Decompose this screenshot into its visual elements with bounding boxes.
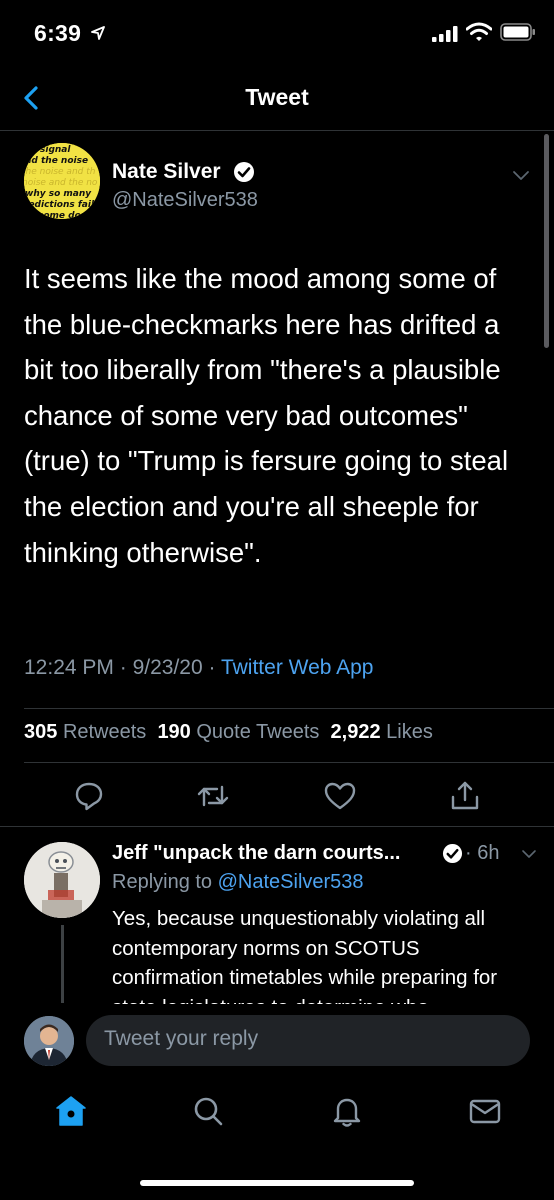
share-icon[interactable] [447,778,483,814]
quote-tweets-label: Quote Tweets [196,721,320,743]
retweets-count: 305 [24,721,58,743]
home-icon[interactable] [54,1094,88,1128]
search-icon[interactable] [191,1094,225,1128]
reply-author-name[interactable]: Jeff "unpack the darn courts... [112,842,400,865]
avatar-word: why so many [25,189,92,199]
avatar[interactable]: signal nd the noise the noise and th noi… [24,143,100,219]
avatar-word: the noise and th [24,167,96,177]
quote-tweets-count: 190 [157,721,191,743]
avatar-word: nd the noise [25,156,88,166]
verified-badge-icon [442,843,463,864]
tweet-date: 9/23/20 [132,656,203,679]
retweet-icon[interactable] [195,778,231,814]
page-title: Tweet [245,84,309,110]
avatar-word: redictions fail [24,200,95,210]
reply-input[interactable]: Tweet your reply [86,1015,530,1066]
replying-to: Replying to @NateSilver538 [112,871,364,894]
home-indicator[interactable] [140,1180,414,1186]
wifi-icon [466,22,492,41]
tweet-stats: 305 Retweets 190 Quote Tweets 2,922 Like… [24,721,433,744]
author-handle[interactable]: @NateSilver538 [112,189,258,212]
likes-stat[interactable]: 2,922 Likes [331,721,433,743]
avatar-word: some don [38,211,87,219]
chevron-down-icon[interactable] [510,164,532,186]
avatar-word: signal [40,145,71,155]
messages-icon[interactable] [468,1094,502,1128]
reply-avatar[interactable] [24,842,100,918]
status-time: 6:39 [34,20,82,46]
battery-icon [500,23,535,41]
retweets-label: Retweets [62,721,147,743]
retweets-stat[interactable]: 305 Retweets [24,721,146,743]
notifications-icon[interactable] [330,1094,364,1128]
tweet-time: 12:24 PM [24,656,114,679]
divider [0,826,554,827]
thread-line [61,925,64,1003]
verified-badge-icon [234,162,254,182]
likes-count: 2,922 [330,721,381,743]
quote-tweets-stat[interactable]: 190 Quote Tweets [157,721,319,743]
location-arrow-icon [91,26,105,40]
signal-icon [432,26,458,42]
tweet-source-app[interactable]: Twitter Web App [221,656,374,679]
chevron-down-icon[interactable] [520,845,538,863]
reply-time: · 6h [465,842,500,864]
meta-separator: · [119,656,127,679]
author-name[interactable]: Nate Silver [112,160,221,184]
mention-link[interactable]: @NateSilver538 [218,871,364,893]
likes-label: Likes [386,721,433,743]
divider [24,708,554,709]
tweet-text: It seems like the mood among some of the… [24,263,509,568]
divider [24,762,554,763]
user-avatar[interactable] [24,1016,74,1066]
like-icon[interactable] [322,778,358,814]
header-divider [0,130,554,131]
tweet-meta: 12:24 PM · 9/23/20 · Twitter Web App [24,656,374,680]
reply-text: Yes, because unquestionably violating al… [112,907,498,1004]
replying-to-prefix: Replying to [112,871,218,893]
scrollbar[interactable] [544,134,549,348]
meta-separator: · [208,656,216,679]
avatar-word: noise and the no [24,178,98,188]
reply-icon[interactable] [71,778,107,814]
